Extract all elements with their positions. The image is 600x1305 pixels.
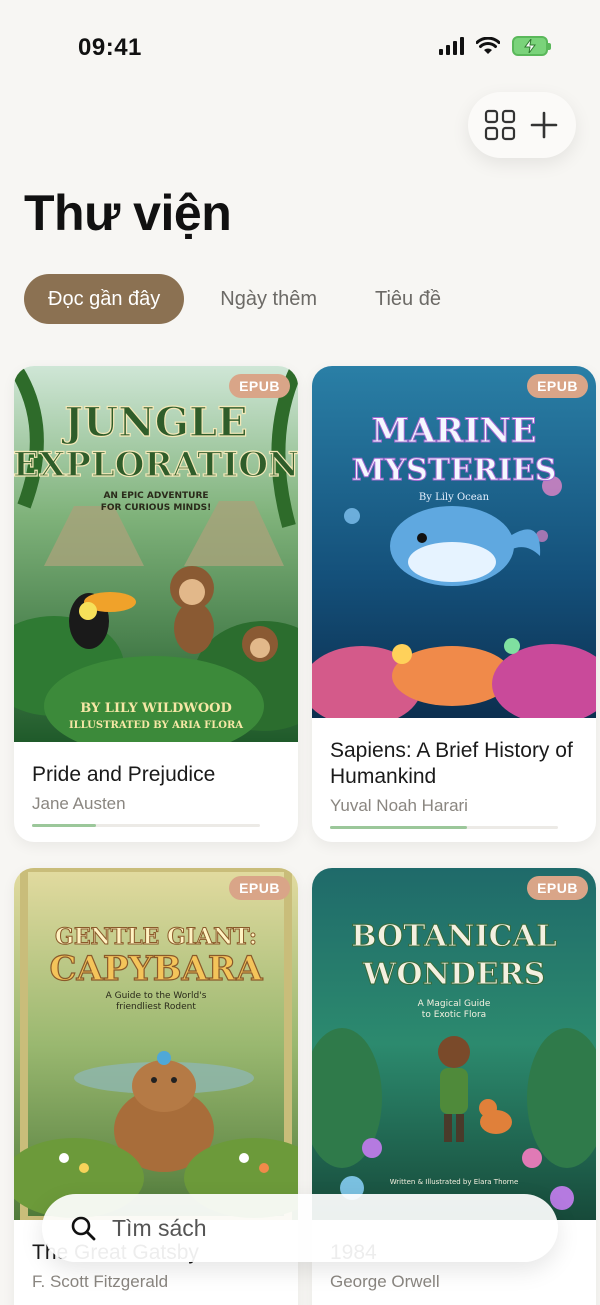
page-title: Thư viện [24, 185, 232, 241]
add-book-button[interactable] [524, 105, 564, 145]
cover-art-marine: MARINE MYSTERIES By Lily Ocean [312, 366, 596, 718]
search-icon [71, 1216, 96, 1241]
sort-tabs: Đọc gần đây Ngày thêm Tiêu đề [24, 274, 465, 324]
book-author: George Orwell [330, 1272, 440, 1291]
book-cover: GENTLE GIANT: CAPYBARA A Guide to the Wo… [14, 868, 298, 1220]
book-author: F. Scott Fitzgerald [32, 1272, 169, 1291]
tab-date-added[interactable]: Ngày thêm [196, 274, 341, 324]
toolbar [468, 92, 576, 158]
cover-title-line2: EXPLORATION [14, 445, 298, 485]
book-card[interactable]: JUNGLE EXPLORATION AN EPIC ADVENTURE FOR… [14, 366, 298, 842]
grid-view-button[interactable] [480, 105, 520, 145]
cover-subtitle-2: friendliest Rodent [116, 1002, 196, 1012]
cover-art-botanical: BOTANICAL WONDERS A Magical Guide to Exo… [312, 868, 596, 1220]
book-title: Pride and Prejudice [32, 763, 216, 786]
cover-subtitle-2: FOR CURIOUS MINDS! [101, 503, 212, 513]
book-cover: MARINE MYSTERIES By Lily Ocean EPUB [312, 366, 596, 718]
cover-illustrator: ILLUSTRATED BY ARIA FLORA [69, 720, 243, 731]
book-cover: JUNGLE EXPLORATION AN EPIC ADVENTURE FOR… [14, 366, 298, 742]
cover-subtitle-1: A Guide to the World's [106, 991, 207, 1001]
cover-title-line2: CAPYBARA [49, 949, 263, 989]
cover-art-capybara: GENTLE GIANT: CAPYBARA A Guide to the Wo… [14, 868, 298, 1220]
cover-subtitle-1: A Magical Guide [418, 999, 491, 1009]
cover-title-line2: WONDERS [362, 957, 546, 992]
search-input[interactable] [112, 1214, 512, 1242]
cover-subtitle-2: to Exotic Flora [422, 1010, 486, 1020]
cover-subtitle-1: AN EPIC ADVENTURE [103, 491, 208, 501]
cover-title-line1: GENTLE GIANT: [55, 924, 257, 950]
book-author: Yuval Noah Harari [330, 796, 468, 815]
cover-byline: BY LILY WILDWOOD [80, 701, 232, 716]
book-author: Jane Austen [32, 794, 126, 813]
reading-progress-fill [32, 824, 96, 827]
cover-title-line1: JUNGLE [61, 399, 247, 446]
reading-progress-fill [330, 826, 467, 829]
book-card[interactable]: MARINE MYSTERIES By Lily Ocean EPUB Sapi… [312, 366, 596, 842]
format-badge: EPUB [527, 876, 588, 900]
cover-byline: By Lily Ocean [419, 492, 490, 503]
grid-view-icon [484, 109, 516, 141]
reading-progress [32, 824, 260, 827]
cover-byline: Written & Illustrated by Elara Thorne [390, 1178, 519, 1186]
cover-title-line1: MARINE [371, 411, 536, 451]
tab-title[interactable]: Tiêu đề [351, 274, 465, 324]
wifi-icon [476, 37, 500, 54]
reading-progress [330, 826, 558, 829]
status-time: 09:41 [78, 34, 142, 61]
cellular-signal-icon [439, 37, 464, 55]
search-bar[interactable] [42, 1194, 558, 1262]
status-icons [439, 36, 551, 56]
format-badge: EPUB [229, 876, 290, 900]
cover-title-line2: MYSTERIES [352, 453, 557, 488]
format-badge: EPUB [229, 374, 290, 398]
book-title: Sapiens: A Brief History of Humankind [330, 739, 573, 788]
book-cover: BOTANICAL WONDERS A Magical Guide to Exo… [312, 868, 596, 1220]
tab-recently-read[interactable]: Đọc gần đây [24, 274, 185, 324]
battery-icon [512, 36, 551, 56]
cover-art-jungle: JUNGLE EXPLORATION AN EPIC ADVENTURE FOR… [14, 366, 298, 742]
cover-title-line1: BOTANICAL [351, 919, 557, 954]
status-bar: 09:41 [0, 0, 600, 96]
plus-icon [530, 111, 558, 139]
format-badge: EPUB [527, 374, 588, 398]
